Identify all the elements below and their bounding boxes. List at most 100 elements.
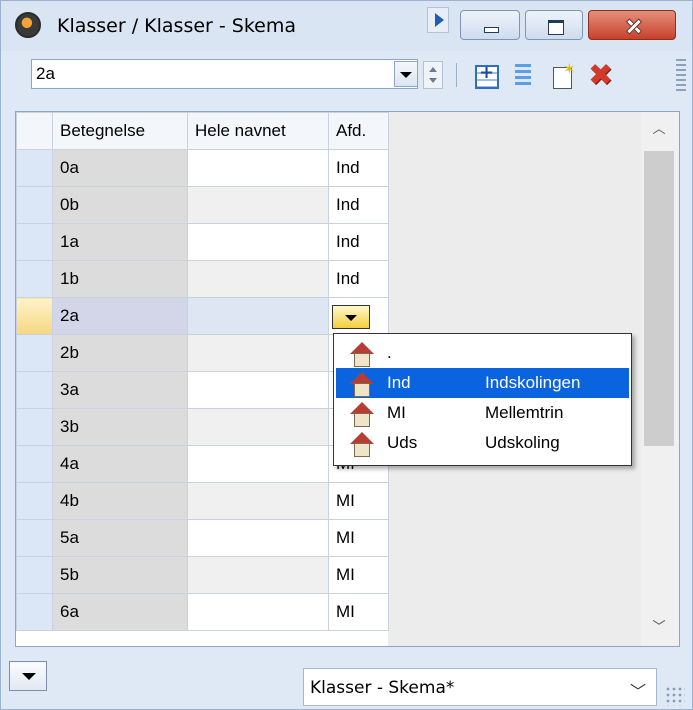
- chevron-down-icon[interactable]: [394, 61, 418, 87]
- maximize-button[interactable]: [525, 10, 583, 40]
- row-selector[interactable]: [16, 149, 53, 187]
- close-button[interactable]: [588, 10, 676, 40]
- table-row[interactable]: 1b Ind: [16, 260, 389, 298]
- cell-hele-navnet[interactable]: [187, 593, 329, 631]
- chevron-down-icon[interactable]: ﹀: [630, 678, 646, 702]
- row-selector[interactable]: [16, 334, 53, 372]
- row-selector[interactable]: [16, 482, 53, 520]
- house-icon: [349, 402, 375, 428]
- cell-afd[interactable]: Ind: [328, 186, 389, 224]
- cell-betegnelse[interactable]: 3a: [52, 371, 188, 409]
- app-window: Klasser / Klasser - Skema 2a Betegnelse …: [0, 0, 693, 710]
- record-spinner[interactable]: [423, 61, 443, 89]
- delete-icon[interactable]: [587, 58, 619, 93]
- scrollbar-thumb[interactable]: [644, 151, 674, 446]
- row-selector[interactable]: [16, 445, 53, 483]
- cell-hele-navnet[interactable]: [187, 223, 329, 261]
- option-name: Indskolingen: [485, 373, 581, 392]
- cell-hele-navnet[interactable]: [187, 334, 329, 372]
- table-row[interactable]: 0a Ind: [16, 149, 389, 187]
- cell-afd[interactable]: MI: [328, 556, 389, 594]
- window-title: Klasser / Klasser - Skema: [57, 15, 297, 37]
- resize-grip-icon[interactable]: [665, 686, 685, 706]
- table-row[interactable]: 5a MI: [16, 519, 389, 557]
- row-selector[interactable]: [16, 297, 53, 335]
- option-code: Uds: [387, 433, 418, 452]
- cell-betegnelse[interactable]: 4b: [52, 482, 188, 520]
- column-header-betegnelse[interactable]: Betegnelse: [52, 112, 188, 150]
- table-row[interactable]: 0b Ind: [16, 186, 389, 224]
- table-row[interactable]: 5b MI: [16, 556, 389, 594]
- row-selector[interactable]: [16, 408, 53, 446]
- dropdown-option[interactable]: Uds Udskoling: [336, 428, 629, 458]
- cell-hele-navnet[interactable]: [187, 408, 329, 446]
- cell-hele-navnet[interactable]: [187, 519, 329, 557]
- cell-hele-navnet[interactable]: [187, 260, 329, 298]
- layout-selector-value: Klasser - Skema*: [310, 678, 455, 698]
- spin-up-icon[interactable]: [429, 67, 437, 72]
- column-header-afd[interactable]: Afd.: [328, 112, 389, 150]
- play-icon[interactable]: [427, 7, 449, 33]
- toolbar-separator: [456, 63, 457, 87]
- column-header-hele-navnet[interactable]: Hele navnet: [187, 112, 329, 150]
- cell-betegnelse[interactable]: 5a: [52, 519, 188, 557]
- cell-betegnelse[interactable]: 0b: [52, 186, 188, 224]
- cell-betegnelse[interactable]: 4a: [52, 445, 188, 483]
- cell-afd[interactable]: Ind: [328, 149, 389, 187]
- app-clock-icon: [15, 12, 41, 38]
- cell-hele-navnet[interactable]: [187, 297, 329, 335]
- cell-hele-navnet[interactable]: [187, 556, 329, 594]
- dropdown-option[interactable]: .: [336, 338, 629, 368]
- toolbar-grip-icon[interactable]: [676, 59, 686, 91]
- cell-betegnelse[interactable]: 1b: [52, 260, 188, 298]
- afd-cell-dropdown-button[interactable]: [332, 305, 370, 329]
- cell-hele-navnet[interactable]: [187, 149, 329, 187]
- list-view-icon[interactable]: [509, 61, 537, 89]
- table-row[interactable]: 4b MI: [16, 482, 389, 520]
- row-selector[interactable]: [16, 371, 53, 409]
- afd-dropdown-list: . Ind Indskolingen MI Mellemtrin Uds Udskoling: [333, 333, 632, 466]
- title-bar[interactable]: Klasser / Klasser - Skema: [1, 1, 692, 51]
- cell-betegnelse[interactable]: 2b: [52, 334, 188, 372]
- cell-hele-navnet[interactable]: [187, 371, 329, 409]
- row-selector[interactable]: [16, 223, 53, 261]
- cell-hele-navnet[interactable]: [187, 482, 329, 520]
- option-code: Ind: [387, 373, 411, 392]
- cell-afd[interactable]: MI: [328, 593, 389, 631]
- cell-hele-navnet[interactable]: [187, 186, 329, 224]
- row-selector[interactable]: [16, 556, 53, 594]
- new-record-icon[interactable]: [549, 60, 577, 89]
- dropdown-option[interactable]: Ind Indskolingen: [336, 368, 629, 398]
- cell-betegnelse[interactable]: 5b: [52, 556, 188, 594]
- bottom-menu-dropdown[interactable]: [9, 661, 47, 691]
- house-icon: [349, 432, 375, 458]
- spin-down-icon[interactable]: [429, 78, 437, 83]
- class-selector-value: 2a: [36, 64, 55, 83]
- option-code: .: [387, 343, 392, 362]
- row-selector-header[interactable]: [16, 112, 53, 150]
- cell-betegnelse[interactable]: 2a: [52, 297, 188, 335]
- row-selector[interactable]: [16, 186, 53, 224]
- row-selector[interactable]: [16, 519, 53, 557]
- row-selector[interactable]: [16, 593, 53, 631]
- cell-hele-navnet[interactable]: [187, 445, 329, 483]
- class-selector-combo[interactable]: 2a: [31, 59, 418, 89]
- scroll-down-icon[interactable]: ﹀: [651, 619, 667, 635]
- cell-betegnelse[interactable]: 1a: [52, 223, 188, 261]
- table-row[interactable]: 6a MI: [16, 593, 389, 631]
- dropdown-option[interactable]: MI Mellemtrin: [336, 398, 629, 428]
- cell-afd[interactable]: MI: [328, 519, 389, 557]
- cell-afd[interactable]: Ind: [328, 223, 389, 261]
- option-name: Udskoling: [485, 433, 560, 452]
- cell-betegnelse[interactable]: 3b: [52, 408, 188, 446]
- cell-betegnelse[interactable]: 6a: [52, 593, 188, 631]
- cell-betegnelse[interactable]: 0a: [52, 149, 188, 187]
- table-row[interactable]: 1a Ind: [16, 223, 389, 261]
- minimize-button[interactable]: [460, 10, 520, 40]
- grid-settings-icon[interactable]: [471, 61, 499, 89]
- cell-afd[interactable]: Ind: [328, 260, 389, 298]
- scroll-up-icon[interactable]: ︿: [651, 121, 667, 137]
- row-selector[interactable]: [16, 260, 53, 298]
- cell-afd[interactable]: MI: [328, 482, 389, 520]
- layout-selector[interactable]: Klasser - Skema* ﹀: [303, 668, 657, 706]
